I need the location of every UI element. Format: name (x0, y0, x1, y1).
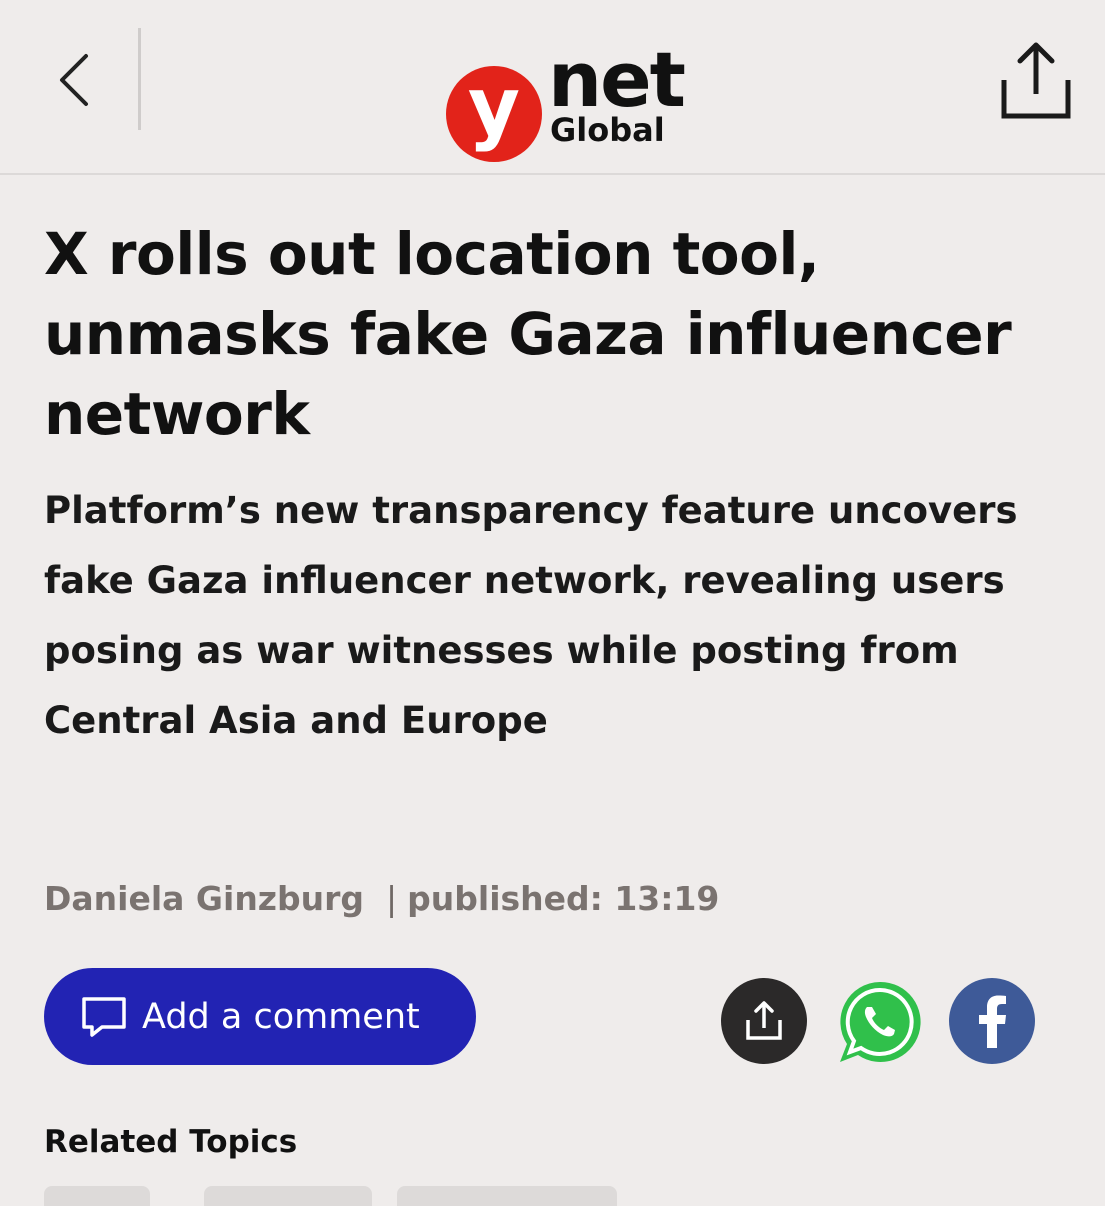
related-topic-chip[interactable] (397, 1186, 617, 1206)
logo-subtitle: Global (550, 111, 665, 149)
add-comment-button[interactable]: Add a comment (44, 968, 476, 1065)
published-time: published: 13:19 (407, 878, 720, 918)
share-article-button[interactable] (721, 978, 807, 1064)
facebook-share-button[interactable] (949, 978, 1035, 1064)
share-icon (1001, 42, 1071, 119)
back-button[interactable] (44, 40, 104, 120)
related-topic-chip[interactable] (44, 1186, 150, 1206)
top-navigation-bar: y net Global (0, 0, 1105, 175)
article-headline: X rolls out location tool, unmasks fake … (44, 220, 1012, 448)
share-icon (746, 1001, 782, 1040)
add-comment-label: Add a comment (142, 996, 420, 1037)
share-button[interactable] (996, 36, 1076, 126)
byline-separator: | (386, 878, 398, 918)
facebook-icon (979, 995, 1006, 1048)
logo-word: net (548, 35, 686, 124)
ynet-global-logo[interactable]: y net Global (444, 40, 686, 162)
article-subheadline: Platform’s new transparency feature unco… (44, 489, 1018, 742)
author-name[interactable]: Daniela Ginzburg (44, 879, 364, 918)
whatsapp-icon (840, 981, 921, 1062)
logo-mark: y (446, 66, 542, 162)
header-divider (138, 28, 141, 130)
related-topic-chip[interactable] (204, 1186, 372, 1206)
chevron-left-icon (60, 54, 88, 106)
whatsapp-share-button[interactable] (836, 978, 924, 1066)
comment-icon (80, 995, 128, 1039)
related-topics-heading: Related Topics (44, 1124, 298, 1160)
article-byline: Daniela Ginzburg | published: 13:19 (44, 870, 719, 926)
